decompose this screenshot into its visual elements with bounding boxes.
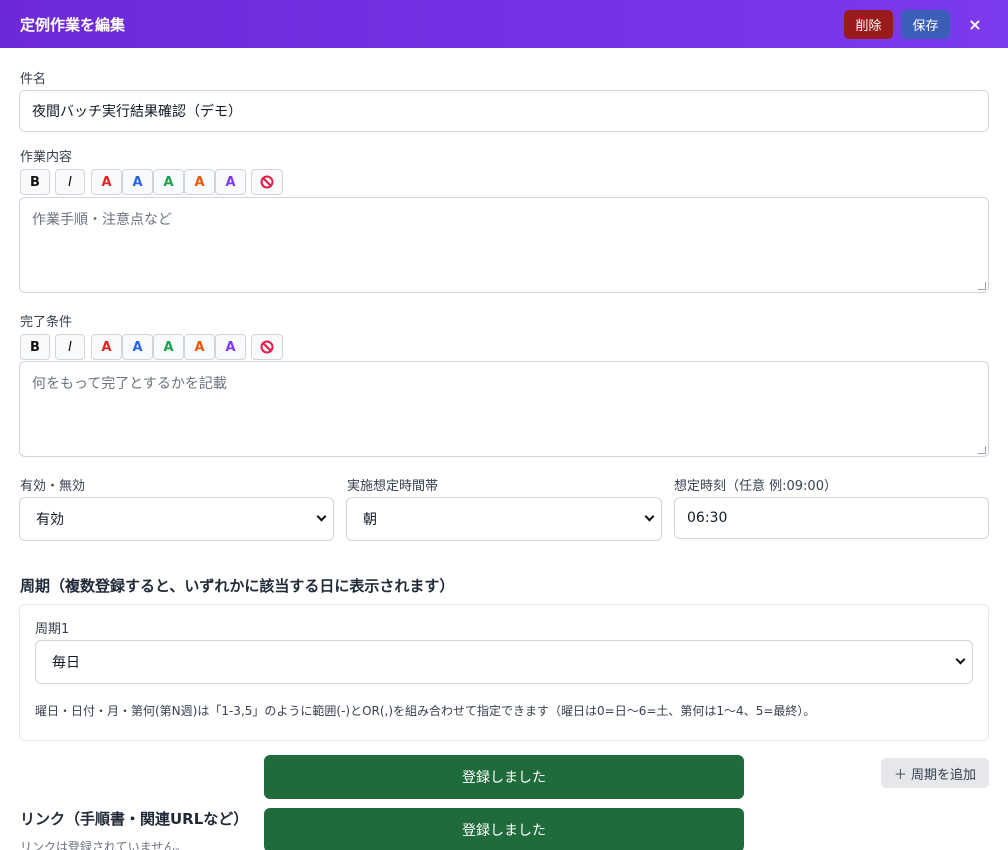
chevron-down-icon	[316, 511, 327, 522]
color-red-button[interactable]: A	[91, 334, 122, 360]
color-purple-button[interactable]: A	[215, 334, 246, 360]
color-blue-button[interactable]: A	[122, 334, 153, 360]
toast-notification: 登録しました	[264, 755, 744, 799]
completion-label: 完了条件	[20, 315, 73, 330]
color-purple-button[interactable]: A	[215, 169, 246, 195]
color-green-button[interactable]: A	[153, 334, 184, 360]
color-orange-button[interactable]: A	[184, 334, 215, 360]
cycle-hint: 曜日・日付・月・第何(第N週)は「1-3,5」のように範囲(-)とOR(,)を組…	[35, 704, 816, 718]
add-cycle-button[interactable]: ＋ 周期を追加	[881, 758, 989, 788]
close-icon[interactable]: ×	[962, 12, 988, 36]
clear-format-button[interactable]	[251, 169, 283, 195]
save-button[interactable]: 保存	[901, 10, 950, 39]
modal-title: 定例作業を編集	[20, 16, 126, 34]
links-empty: リンクは登録されていません。	[20, 840, 188, 850]
chevron-down-icon	[644, 511, 655, 522]
timeslot-select[interactable]: 朝	[346, 497, 662, 541]
color-blue-button[interactable]: A	[122, 169, 153, 195]
bold-button[interactable]: B	[20, 334, 50, 360]
prohibited-icon	[260, 340, 274, 354]
time-input[interactable]: 06:30	[674, 497, 989, 539]
timeslot-label: 実施想定時間帯	[347, 479, 439, 494]
color-green-button[interactable]: A	[153, 169, 184, 195]
subject-input[interactable]: 夜間バッチ実行結果確認（デモ）	[19, 90, 989, 132]
color-orange-button[interactable]: A	[184, 169, 215, 195]
italic-button[interactable]: I	[55, 169, 85, 195]
subject-value: 夜間バッチ実行結果確認（デモ）	[32, 104, 242, 120]
completion-textarea[interactable]: 何をもって完了とするかを記載	[19, 361, 989, 457]
bold-button[interactable]: B	[20, 169, 50, 195]
cycle-value: 毎日	[52, 655, 80, 671]
links-title: リンク（手順書・関連URLなど）	[20, 810, 249, 828]
status-value: 有効	[36, 512, 64, 528]
timeslot-value: 朝	[363, 512, 377, 528]
completion-placeholder: 何をもって完了とするかを記載	[32, 376, 227, 392]
time-label: 想定時刻（任意 例:09:00）	[674, 479, 837, 494]
cycle-select[interactable]: 毎日	[35, 640, 973, 684]
subject-label: 件名	[20, 72, 47, 87]
content-label: 作業内容	[20, 150, 73, 165]
resize-handle[interactable]	[978, 282, 986, 290]
prohibited-icon	[260, 175, 274, 189]
content-placeholder: 作業手順・注意点など	[32, 212, 172, 228]
delete-button[interactable]: 削除	[844, 10, 893, 39]
status-label: 有効・無効	[20, 479, 86, 494]
chevron-down-icon	[955, 654, 966, 665]
status-select[interactable]: 有効	[19, 497, 334, 541]
resize-handle[interactable]	[978, 446, 986, 454]
modal-header: 定例作業を編集 削除 保存 ×	[0, 0, 1008, 48]
italic-button[interactable]: I	[55, 334, 85, 360]
cycle-section-title: 周期（複数登録すると、いずれかに該当する日に表示されます）	[20, 577, 455, 595]
cycle-item-label: 周期1	[35, 622, 70, 637]
time-value: 06:30	[687, 510, 728, 526]
color-red-button[interactable]: A	[91, 169, 122, 195]
clear-format-button[interactable]	[251, 334, 283, 360]
toast-notification: 登録しました	[264, 808, 744, 850]
content-textarea[interactable]: 作業手順・注意点など	[19, 197, 989, 293]
